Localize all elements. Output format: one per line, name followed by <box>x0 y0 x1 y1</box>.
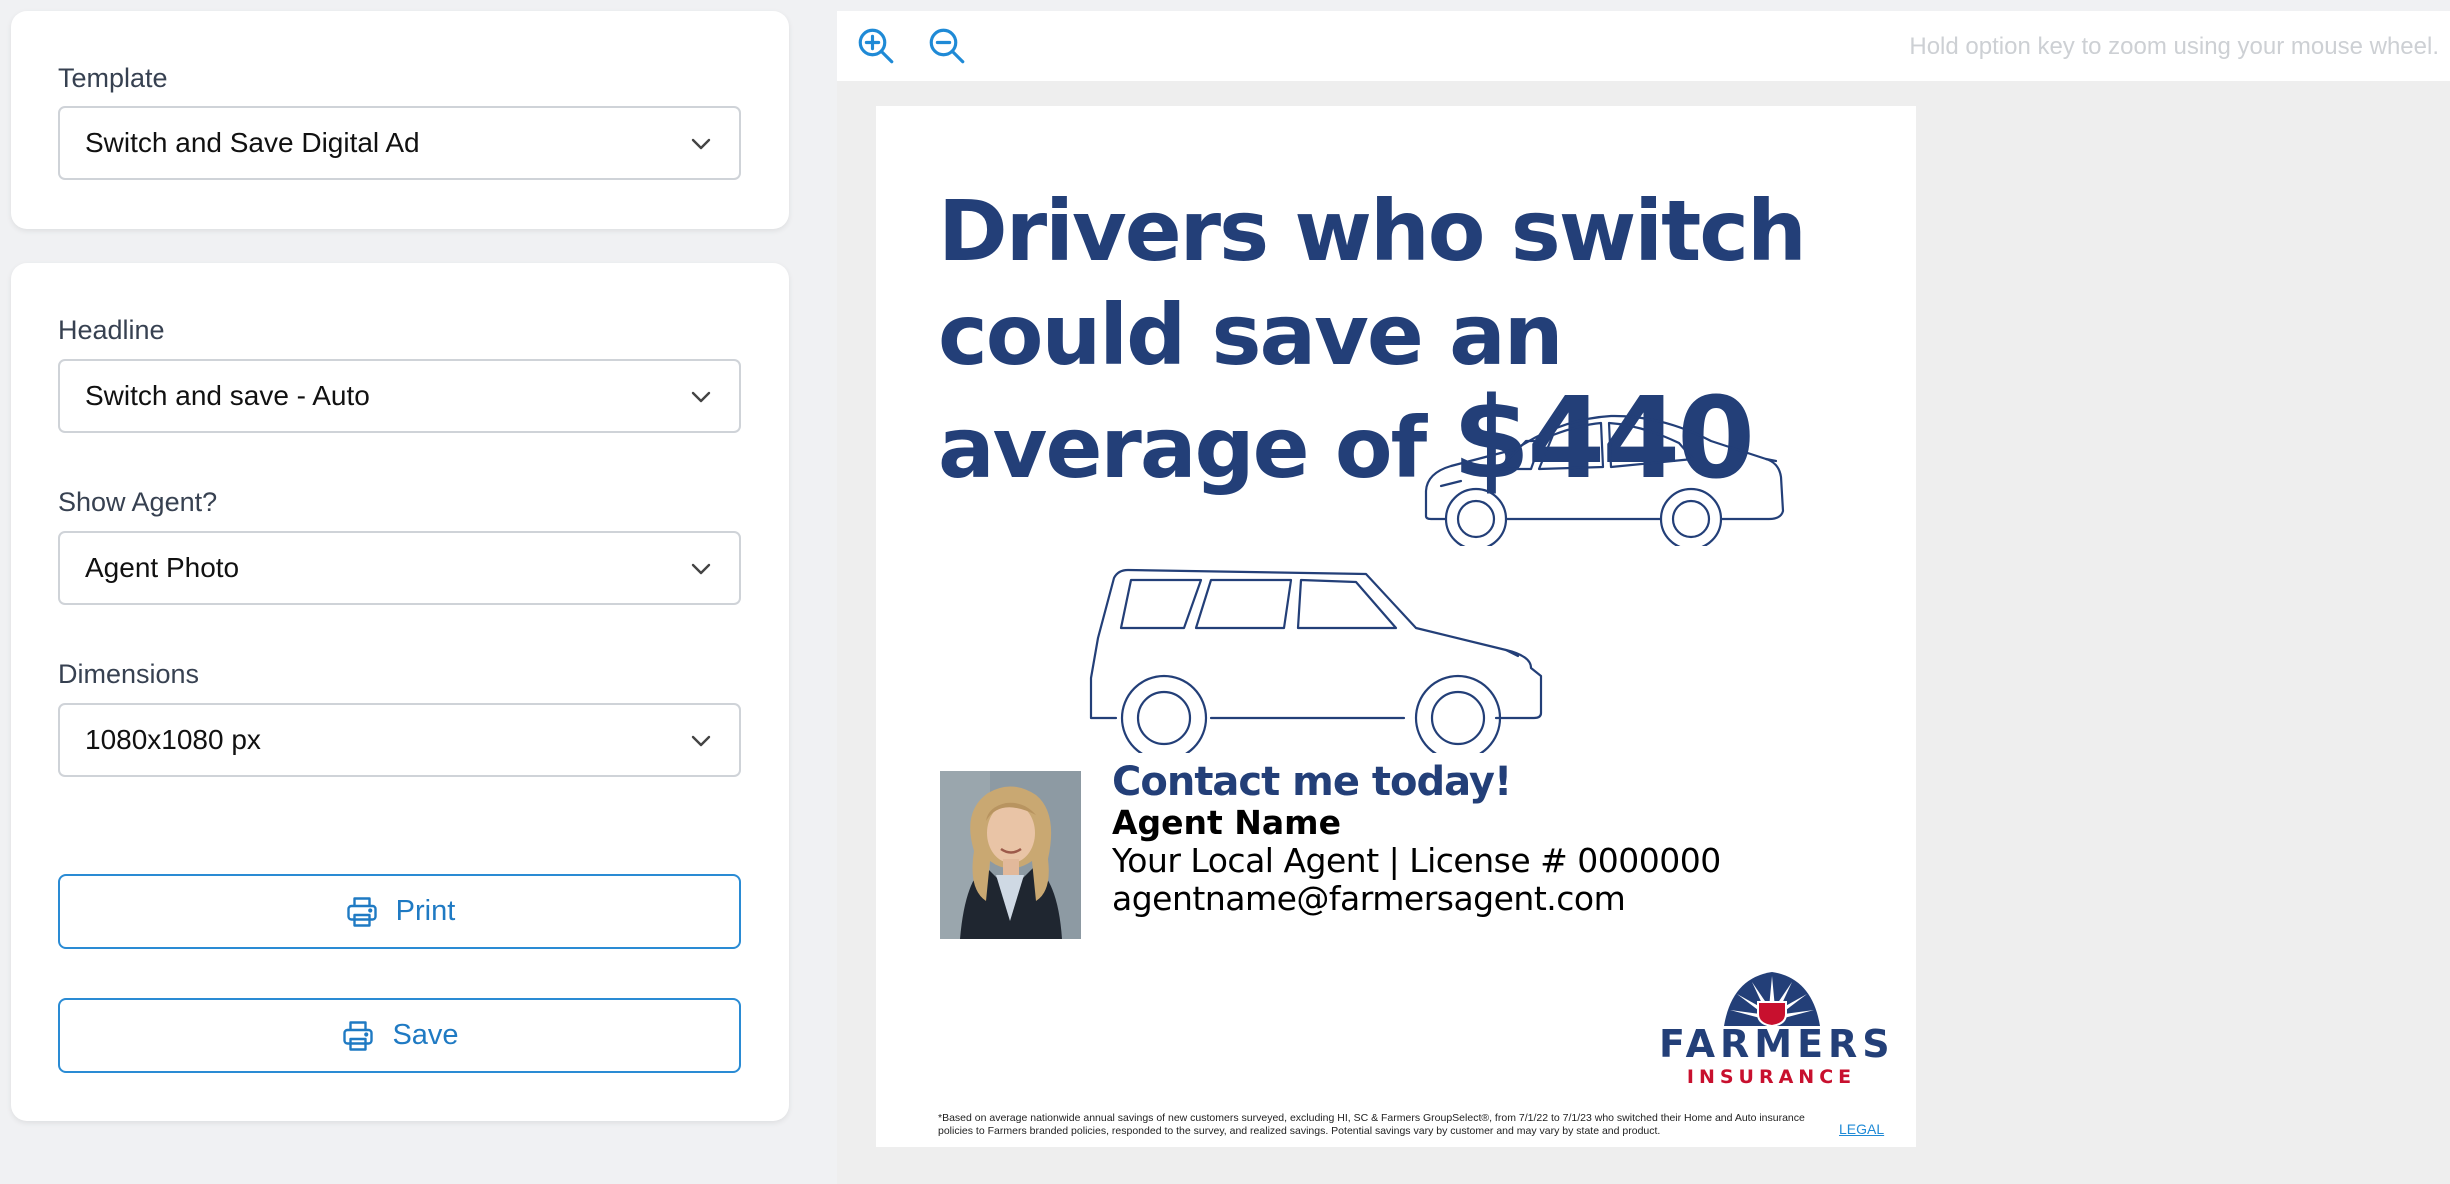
printer-icon <box>346 896 377 927</box>
contact-title: Contact me today! <box>1112 759 1512 805</box>
legal-link[interactable]: LEGAL <box>1839 1121 1884 1137</box>
save-button-label: Save <box>392 1019 459 1051</box>
headline-label: Headline <box>58 315 165 345</box>
zoom-toolbar: Hold option key to zoom using your mouse… <box>837 11 2450 81</box>
agent-name: Agent Name <box>1112 803 1341 842</box>
show-agent-select-value: Agent Photo <box>85 552 240 583</box>
suv-illustration <box>1089 568 1543 753</box>
options-card: Headline Switch and save - Auto Show Age… <box>11 263 789 1121</box>
zoom-in-icon[interactable] <box>855 25 897 67</box>
printer-icon <box>343 1020 374 1051</box>
agent-license: Your Local Agent | License # 0000000 <box>1112 841 1721 880</box>
headline-select-value: Switch and save - Auto <box>85 380 370 411</box>
agent-email: agentname@farmersagent.com <box>1112 879 1626 918</box>
template-label: Template <box>58 63 168 93</box>
chevron-down-icon <box>691 138 711 150</box>
template-select-value: Switch and Save Digital Ad <box>85 127 420 158</box>
chevron-down-icon <box>691 563 711 575</box>
show-agent-select[interactable]: Agent Photo <box>58 531 741 605</box>
agent-photo <box>940 771 1081 939</box>
show-agent-label: Show Agent? <box>58 487 218 517</box>
ad-preview: Drivers who switch could save an average… <box>876 106 1916 1147</box>
save-button[interactable]: Save <box>58 998 741 1073</box>
sedan-illustration <box>1424 414 1785 546</box>
disclaimer-text: *Based on average nationwide annual savi… <box>938 1112 1805 1137</box>
print-button-label: Print <box>395 895 456 927</box>
farmers-shield-icon <box>1724 972 1820 1026</box>
zoom-hint: Hold option key to zoom using your mouse… <box>1909 33 2439 60</box>
logo-farmers-text: FARMERS <box>1659 1022 1895 1066</box>
template-select[interactable]: Switch and Save Digital Ad <box>58 106 741 180</box>
dimensions-select-value: 1080x1080 px <box>85 724 261 755</box>
print-button[interactable]: Print <box>58 874 741 949</box>
dimensions-label: Dimensions <box>58 659 200 689</box>
headline-select[interactable]: Switch and save - Auto <box>58 359 741 433</box>
farmers-logo: FARMERS INSURANCE <box>1659 968 1895 1088</box>
chevron-down-icon <box>691 391 711 403</box>
logo-insurance-text: INSURANCE <box>1686 1066 1857 1088</box>
template-card: Template Switch and Save Digital Ad <box>11 11 789 229</box>
chevron-down-icon <box>691 735 711 747</box>
zoom-out-icon[interactable] <box>926 25 968 67</box>
dimensions-select[interactable]: 1080x1080 px <box>58 703 741 777</box>
preview-canvas[interactable]: Hold option key to zoom using your mouse… <box>837 11 2450 1184</box>
